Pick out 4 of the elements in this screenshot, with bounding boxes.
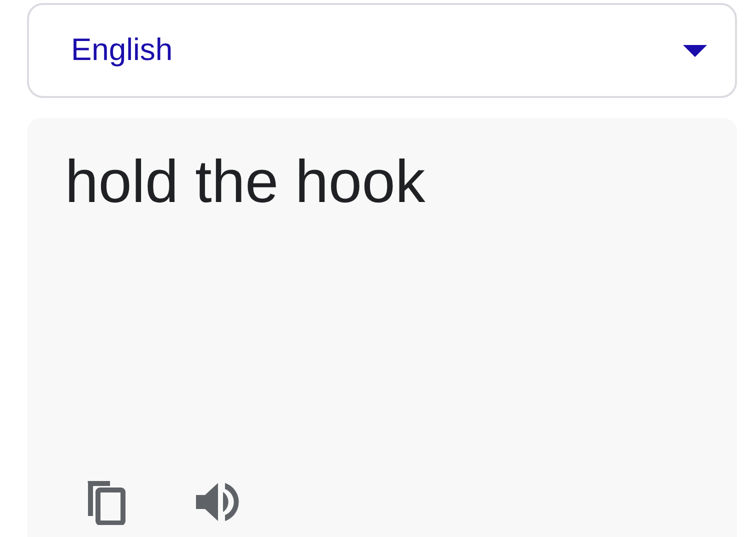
caret-icon: [683, 44, 707, 56]
language-dropdown[interactable]: English: [27, 3, 737, 98]
speaker-icon[interactable]: [196, 481, 240, 523]
translation-text: hold the hook: [65, 147, 426, 217]
